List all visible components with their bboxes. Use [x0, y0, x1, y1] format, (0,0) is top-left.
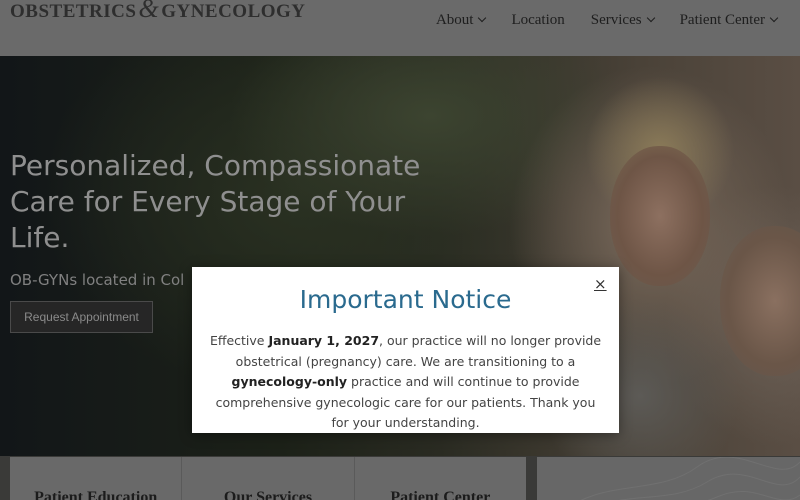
modal-body-date: January 1, 2027	[268, 333, 380, 348]
modal-title: Important Notice	[299, 285, 512, 314]
notice-modal: Important Notice × Effective January 1, …	[192, 267, 619, 433]
modal-body-emphasis: gynecology-only	[231, 374, 348, 389]
close-icon[interactable]: ×	[594, 275, 607, 293]
modal-body: Effective January 1, 2027, our practice …	[206, 331, 605, 434]
modal-body-text: Effective	[209, 333, 269, 348]
